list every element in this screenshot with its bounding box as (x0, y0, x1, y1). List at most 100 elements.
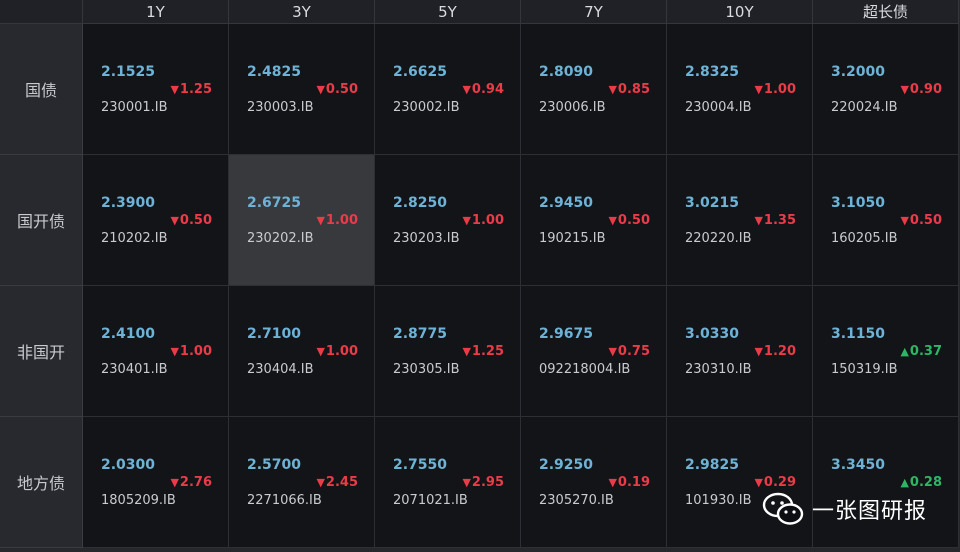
change-value: 0.94 (471, 82, 504, 97)
bond-cell[interactable]: 2.4100 ▼ 1.00 230401.IB (83, 286, 229, 417)
column-header[interactable]: 3Y (229, 0, 375, 24)
change-indicator: ▼ 2.76 (170, 475, 212, 490)
bond-cell[interactable]: 2.8090 ▼ 0.85 230006.IB (521, 24, 667, 155)
change-value: 1.00 (325, 344, 358, 359)
column-header[interactable]: 5Y (375, 0, 521, 24)
bond-cell[interactable]: 2.9450 ▼ 0.50 190215.IB (521, 155, 667, 286)
row-label[interactable]: 国债 (0, 24, 83, 155)
arrow-down-icon: ▼ (608, 214, 617, 227)
change-indicator: ▼ 2.95 (462, 475, 504, 490)
yield-value: 2.0300 (101, 457, 156, 473)
change-indicator: ▼ 0.29 (754, 475, 796, 490)
yield-value: 3.0215 (685, 195, 740, 211)
bond-code: 230001.IB (101, 100, 168, 115)
change-indicator: ▼ 0.50 (170, 213, 212, 228)
bond-code: 190215.IB (539, 231, 606, 246)
bond-cell[interactable]: 2.4825 ▼ 0.50 230003.IB (229, 24, 375, 155)
bond-cell[interactable]: 2.7100 ▼ 1.00 230404.IB (229, 286, 375, 417)
row-label[interactable]: 地方债 (0, 417, 83, 548)
bond-cell[interactable]: 2.0300 ▼ 2.76 1805209.IB (83, 417, 229, 548)
change-value: 0.50 (179, 213, 212, 228)
bond-yield-table: 1Y 3Y 5Y 7Y 10Y 超长债 国债 2.1525 ▼ 1.25 230001.IB 2.48… (0, 0, 960, 552)
change-value: 0.37 (909, 344, 942, 359)
arrow-down-icon: ▼ (900, 83, 909, 96)
bond-cell[interactable]: 3.1050 ▼ 0.50 160205.IB (813, 155, 959, 286)
change-indicator: ▼ 0.85 (608, 82, 650, 97)
row-label[interactable]: 非国开 (0, 286, 83, 417)
arrow-down-icon: ▼ (608, 476, 617, 489)
bond-code: 2305270.IB (539, 493, 614, 508)
bond-cell[interactable]: 2.9825 ▼ 0.29 101930.IB (667, 417, 813, 548)
bond-cell[interactable]: 2.3900 ▼ 0.50 210202.IB (83, 155, 229, 286)
bond-cell[interactable]: 2.8325 ▼ 1.00 230004.IB (667, 24, 813, 155)
arrow-down-icon: ▼ (170, 83, 179, 96)
change-indicator: ▼ 1.00 (754, 82, 796, 97)
arrow-down-icon: ▼ (462, 476, 471, 489)
yield-value: 2.5700 (247, 457, 302, 473)
arrow-up-icon: ▲ (900, 345, 909, 358)
arrow-down-icon: ▼ (462, 83, 471, 96)
change-value: 1.25 (179, 82, 212, 97)
column-header[interactable]: 10Y (667, 0, 813, 24)
bond-cell[interactable]: 3.2000 ▼ 0.90 220024.IB (813, 24, 959, 155)
arrow-down-icon: ▼ (462, 345, 471, 358)
change-value: 0.85 (617, 82, 650, 97)
change-indicator: ▼ 1.00 (316, 213, 358, 228)
bond-cell[interactable]: 2.7550 ▼ 2.95 2071021.IB (375, 417, 521, 548)
bond-code: 230203.IB (393, 231, 460, 246)
bond-code: 230006.IB (539, 100, 606, 115)
bond-code: 230002.IB (393, 100, 460, 115)
change-indicator: ▲ 0.37 (900, 344, 942, 359)
change-value: 0.50 (325, 82, 358, 97)
arrow-down-icon: ▼ (900, 214, 909, 227)
change-value: 0.29 (763, 475, 796, 490)
bond-code: 101930.IB (685, 493, 752, 508)
bond-cell[interactable]: 2.8250 ▼ 1.00 230203.IB (375, 155, 521, 286)
bond-cell[interactable]: 2.9250 ▼ 0.19 2305270.IB (521, 417, 667, 548)
column-header[interactable]: 1Y (83, 0, 229, 24)
change-indicator: ▼ 1.00 (170, 344, 212, 359)
change-value: 0.19 (617, 475, 650, 490)
row-label[interactable]: 国开债 (0, 155, 83, 286)
bond-code: 230401.IB (101, 362, 168, 377)
change-indicator: ▼ 1.20 (754, 344, 796, 359)
yield-value: 2.6625 (393, 64, 448, 80)
yield-value: 3.3450 (831, 457, 886, 473)
yield-value: 2.9675 (539, 326, 594, 342)
yield-value: 2.8775 (393, 326, 448, 342)
arrow-down-icon: ▼ (316, 345, 325, 358)
bond-cell[interactable]: 3.0330 ▼ 1.20 230310.IB (667, 286, 813, 417)
bond-code: 2271066.IB (247, 493, 322, 508)
change-indicator: ▼ 0.19 (608, 475, 650, 490)
column-header[interactable]: 7Y (521, 0, 667, 24)
yield-value: 3.0330 (685, 326, 740, 342)
change-value: 0.90 (909, 82, 942, 97)
arrow-down-icon: ▼ (170, 476, 179, 489)
change-indicator: ▼ 1.25 (462, 344, 504, 359)
yield-value: 2.7550 (393, 457, 448, 473)
yield-value: 3.1150 (831, 326, 886, 342)
bond-code: 230003.IB (247, 100, 314, 115)
bond-cell[interactable]: 2.1525 ▼ 1.25 230001.IB (83, 24, 229, 155)
arrow-up-icon: ▲ (900, 476, 909, 489)
arrow-down-icon: ▼ (754, 476, 763, 489)
bond-cell[interactable]: 3.0215 ▼ 1.35 220220.IB (667, 155, 813, 286)
arrow-down-icon: ▼ (754, 345, 763, 358)
bond-code: 230004.IB (685, 100, 752, 115)
bond-cell[interactable]: 2.6725 ▼ 1.00 230202.IB (229, 155, 375, 286)
arrow-down-icon: ▼ (608, 345, 617, 358)
change-indicator: ▼ 2.45 (316, 475, 358, 490)
change-value: 2.45 (325, 475, 358, 490)
column-header[interactable]: 超长债 (813, 0, 959, 24)
bond-cell[interactable]: 3.3450 ▲ 0.28 (813, 417, 959, 548)
change-value: 0.75 (617, 344, 650, 359)
yield-value: 2.8090 (539, 64, 594, 80)
bond-code: 160205.IB (831, 231, 898, 246)
bond-cell[interactable]: 3.1150 ▲ 0.37 150319.IB (813, 286, 959, 417)
bond-cell[interactable]: 2.6625 ▼ 0.94 230002.IB (375, 24, 521, 155)
bond-cell[interactable]: 2.5700 ▼ 2.45 2271066.IB (229, 417, 375, 548)
table-corner (0, 0, 83, 24)
change-value: 1.00 (763, 82, 796, 97)
bond-cell[interactable]: 2.8775 ▼ 1.25 230305.IB (375, 286, 521, 417)
bond-cell[interactable]: 2.9675 ▼ 0.75 092218004.IB (521, 286, 667, 417)
